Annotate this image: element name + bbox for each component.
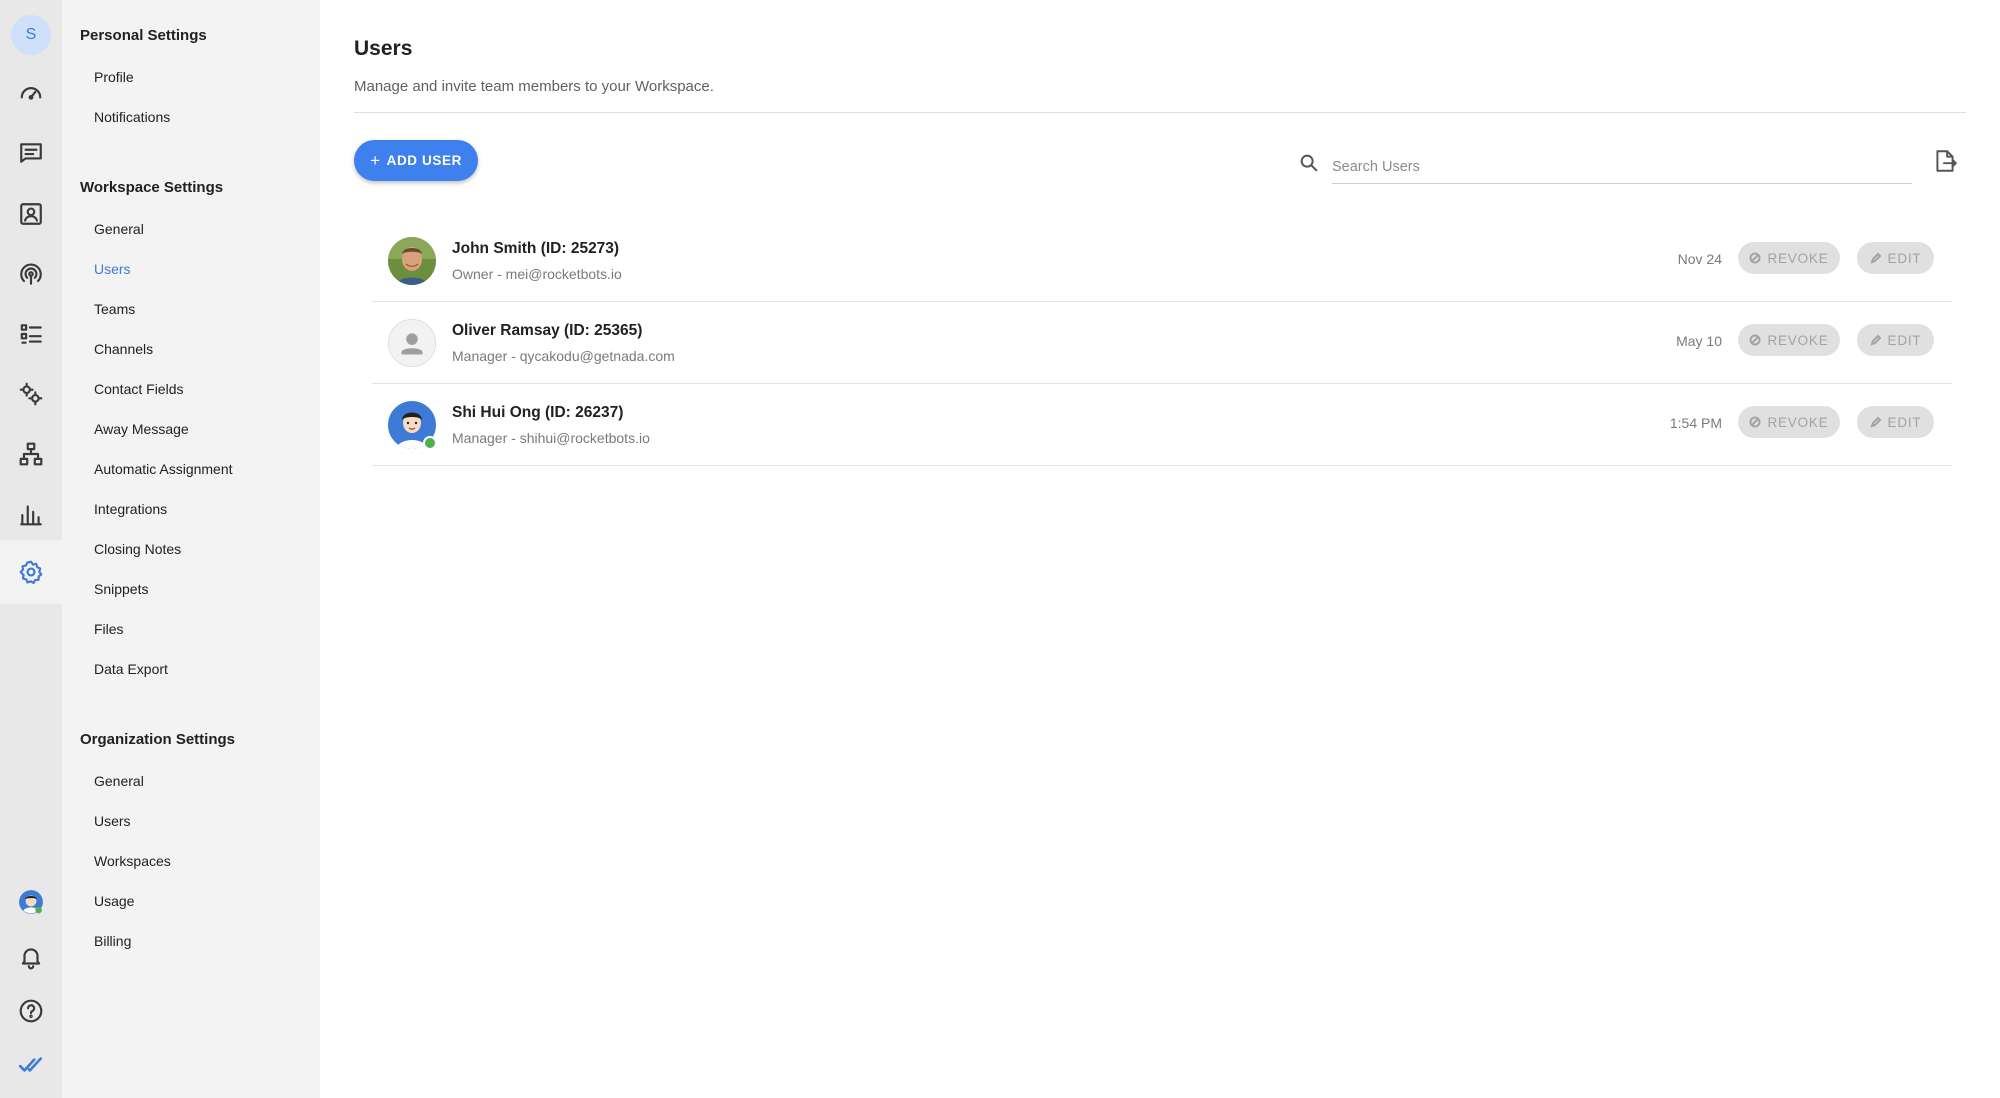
sidebar-item-teams[interactable]: Teams	[94, 301, 135, 317]
sidebar-item-workspaces[interactable]: Workspaces	[94, 853, 171, 869]
revoke-button[interactable]: REVOKE	[1738, 242, 1840, 274]
avatar	[388, 319, 436, 367]
dashboard-gauge-icon[interactable]	[11, 73, 51, 113]
sidebar-item-channels[interactable]: Channels	[94, 341, 153, 357]
add-user-button[interactable]: + ADD USER	[354, 140, 478, 181]
users-page: Users Manage and invite team members to …	[320, 0, 2000, 1098]
workspace-settings-title: Workspace Settings	[80, 179, 224, 196]
avatar	[388, 401, 437, 450]
edit-label: EDIT	[1887, 332, 1922, 348]
revoke-label: REVOKE	[1767, 332, 1829, 348]
table-row[interactable]: Shi Hui Ong (ID: 26237) Manager - shihui…	[372, 384, 1952, 466]
edit-button[interactable]: EDIT	[1857, 406, 1934, 438]
sidebar-item-automatic-assignment[interactable]: Automatic Assignment	[94, 461, 233, 477]
export-icon[interactable]	[1932, 148, 1960, 176]
sidebar-item-org-general[interactable]: General	[94, 773, 144, 789]
sidebar-item-contact-fields[interactable]: Contact Fields	[94, 381, 183, 397]
user-name: John Smith (ID: 25273)	[452, 240, 620, 257]
avatar	[388, 237, 436, 285]
revoke-label: REVOKE	[1767, 414, 1829, 430]
edit-button[interactable]: EDIT	[1857, 324, 1934, 356]
sidebar-item-profile[interactable]: Profile	[94, 69, 134, 85]
header-divider	[354, 112, 1966, 113]
contacts-icon[interactable]	[11, 194, 51, 234]
sidebar-item-org-users[interactable]: Users	[94, 813, 131, 829]
search-icon	[1298, 152, 1320, 174]
user-avatar-icon[interactable]	[11, 882, 51, 922]
user-role-email: Manager - shihui@rocketbots.io	[452, 430, 650, 446]
add-user-label: ADD USER	[386, 153, 462, 168]
page-title: Users	[354, 37, 413, 60]
pencil-icon	[1869, 334, 1881, 346]
automation-gears-icon[interactable]	[11, 374, 51, 414]
block-icon	[1749, 334, 1761, 346]
user-date: Nov 24	[1677, 251, 1722, 267]
block-icon	[1749, 252, 1761, 264]
notifications-bell-icon[interactable]	[11, 937, 51, 977]
plus-icon: +	[370, 150, 381, 170]
organization-settings-title: Organization Settings	[80, 731, 236, 748]
settings-sidebar: Personal Settings Profile Notifications …	[62, 0, 320, 1098]
sidebar-item-billing[interactable]: Billing	[94, 933, 131, 949]
sidebar-item-usage[interactable]: Usage	[94, 893, 134, 909]
edit-label: EDIT	[1887, 414, 1922, 430]
sidebar-item-closing-notes[interactable]: Closing Notes	[94, 541, 181, 557]
reports-bar-chart-icon[interactable]	[11, 494, 51, 534]
user-name: Oliver Ramsay (ID: 25365)	[452, 322, 643, 339]
edit-button[interactable]: EDIT	[1857, 242, 1934, 274]
search-users-input[interactable]	[1332, 150, 1912, 184]
table-row[interactable]: Oliver Ramsay (ID: 25365) Manager - qyca…	[372, 302, 1952, 384]
user-date: 1:54 PM	[1669, 415, 1722, 431]
sidebar-item-integrations[interactable]: Integrations	[94, 501, 167, 517]
list-icon[interactable]	[11, 314, 51, 354]
sidebar-item-notifications[interactable]: Notifications	[94, 109, 170, 125]
double-check-logo-icon[interactable]	[11, 1045, 51, 1085]
personal-settings-title: Personal Settings	[80, 27, 207, 44]
broadcast-icon[interactable]	[11, 254, 51, 294]
sidebar-item-snippets[interactable]: Snippets	[94, 581, 148, 597]
icon-rail: S	[0, 0, 62, 1098]
sidebar-item-files[interactable]: Files	[94, 621, 124, 637]
page-subtitle: Manage and invite team members to your W…	[354, 78, 714, 95]
revoke-button[interactable]: REVOKE	[1738, 406, 1840, 438]
block-icon	[1749, 416, 1761, 428]
online-status-dot	[423, 436, 437, 450]
messages-icon[interactable]	[11, 133, 51, 173]
sidebar-item-users[interactable]: Users	[94, 261, 131, 277]
help-question-icon[interactable]	[11, 991, 51, 1031]
workflow-icon[interactable]	[11, 434, 51, 474]
sidebar-item-general[interactable]: General	[94, 221, 144, 237]
settings-gear-icon[interactable]	[11, 552, 51, 592]
user-role-email: Owner - mei@rocketbots.io	[452, 266, 622, 282]
edit-label: EDIT	[1887, 250, 1922, 266]
sidebar-item-away-message[interactable]: Away Message	[94, 421, 189, 437]
pencil-icon	[1869, 416, 1881, 428]
workspace-avatar[interactable]: S	[11, 15, 51, 55]
revoke-label: REVOKE	[1767, 250, 1829, 266]
revoke-button[interactable]: REVOKE	[1738, 324, 1840, 356]
user-date: May 10	[1676, 333, 1722, 349]
user-name: Shi Hui Ong (ID: 26237)	[452, 404, 624, 421]
pencil-icon	[1869, 252, 1881, 264]
sidebar-item-data-export[interactable]: Data Export	[94, 661, 168, 677]
table-row[interactable]: John Smith (ID: 25273) Owner - mei@rocke…	[372, 220, 1952, 302]
user-role-email: Manager - qycakodu@getnada.com	[452, 348, 675, 364]
